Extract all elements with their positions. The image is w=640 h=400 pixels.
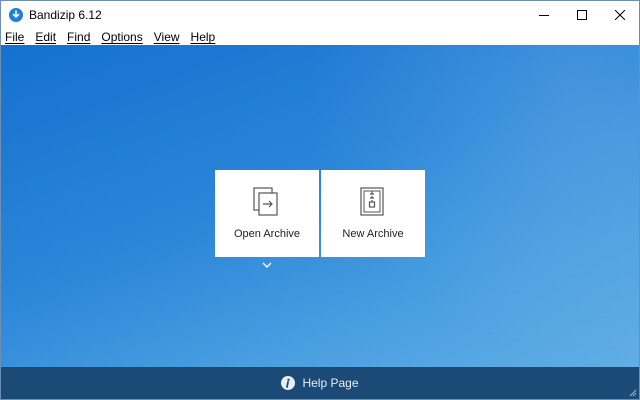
open-archive-label: Open Archive [233,228,301,240]
menu-bar: File Edit Find Options View Help [1,29,639,45]
menu-edit[interactable]: Edit [35,30,56,44]
info-icon [281,376,296,390]
menu-options[interactable]: Options [101,30,142,44]
help-page-link[interactable]: Help Page [281,376,359,390]
resize-grip-icon[interactable] [627,387,637,397]
new-archive-button[interactable]: New Archive [321,170,425,257]
window-title: Bandizip 6.12 [29,8,102,22]
main-area: Open Archive New Archive [1,45,639,367]
new-archive-label: New Archive [342,228,404,240]
menu-help[interactable]: Help [191,30,216,44]
maximize-button[interactable] [563,1,601,29]
new-archive-icon [360,187,384,216]
title-bar[interactable]: Bandizip 6.12 [1,1,639,29]
chevron-down-icon[interactable] [261,260,273,270]
window-controls [525,1,639,29]
close-icon [615,10,625,20]
app-window: Bandizip 6.12 File Edit Find Options Vie… [0,0,640,400]
bandizip-logo-icon [9,8,23,22]
open-archive-button[interactable]: Open Archive [215,170,319,257]
footer-bar: Help Page [1,367,639,399]
menu-find[interactable]: Find [67,30,90,44]
maximize-icon [577,10,587,20]
close-button[interactable] [601,1,639,29]
minimize-button[interactable] [525,1,563,29]
help-page-label: Help Page [302,376,359,390]
open-archive-icon [253,187,278,216]
menu-file[interactable]: File [5,30,24,44]
menu-view[interactable]: View [154,30,180,44]
minimize-icon [539,15,549,16]
